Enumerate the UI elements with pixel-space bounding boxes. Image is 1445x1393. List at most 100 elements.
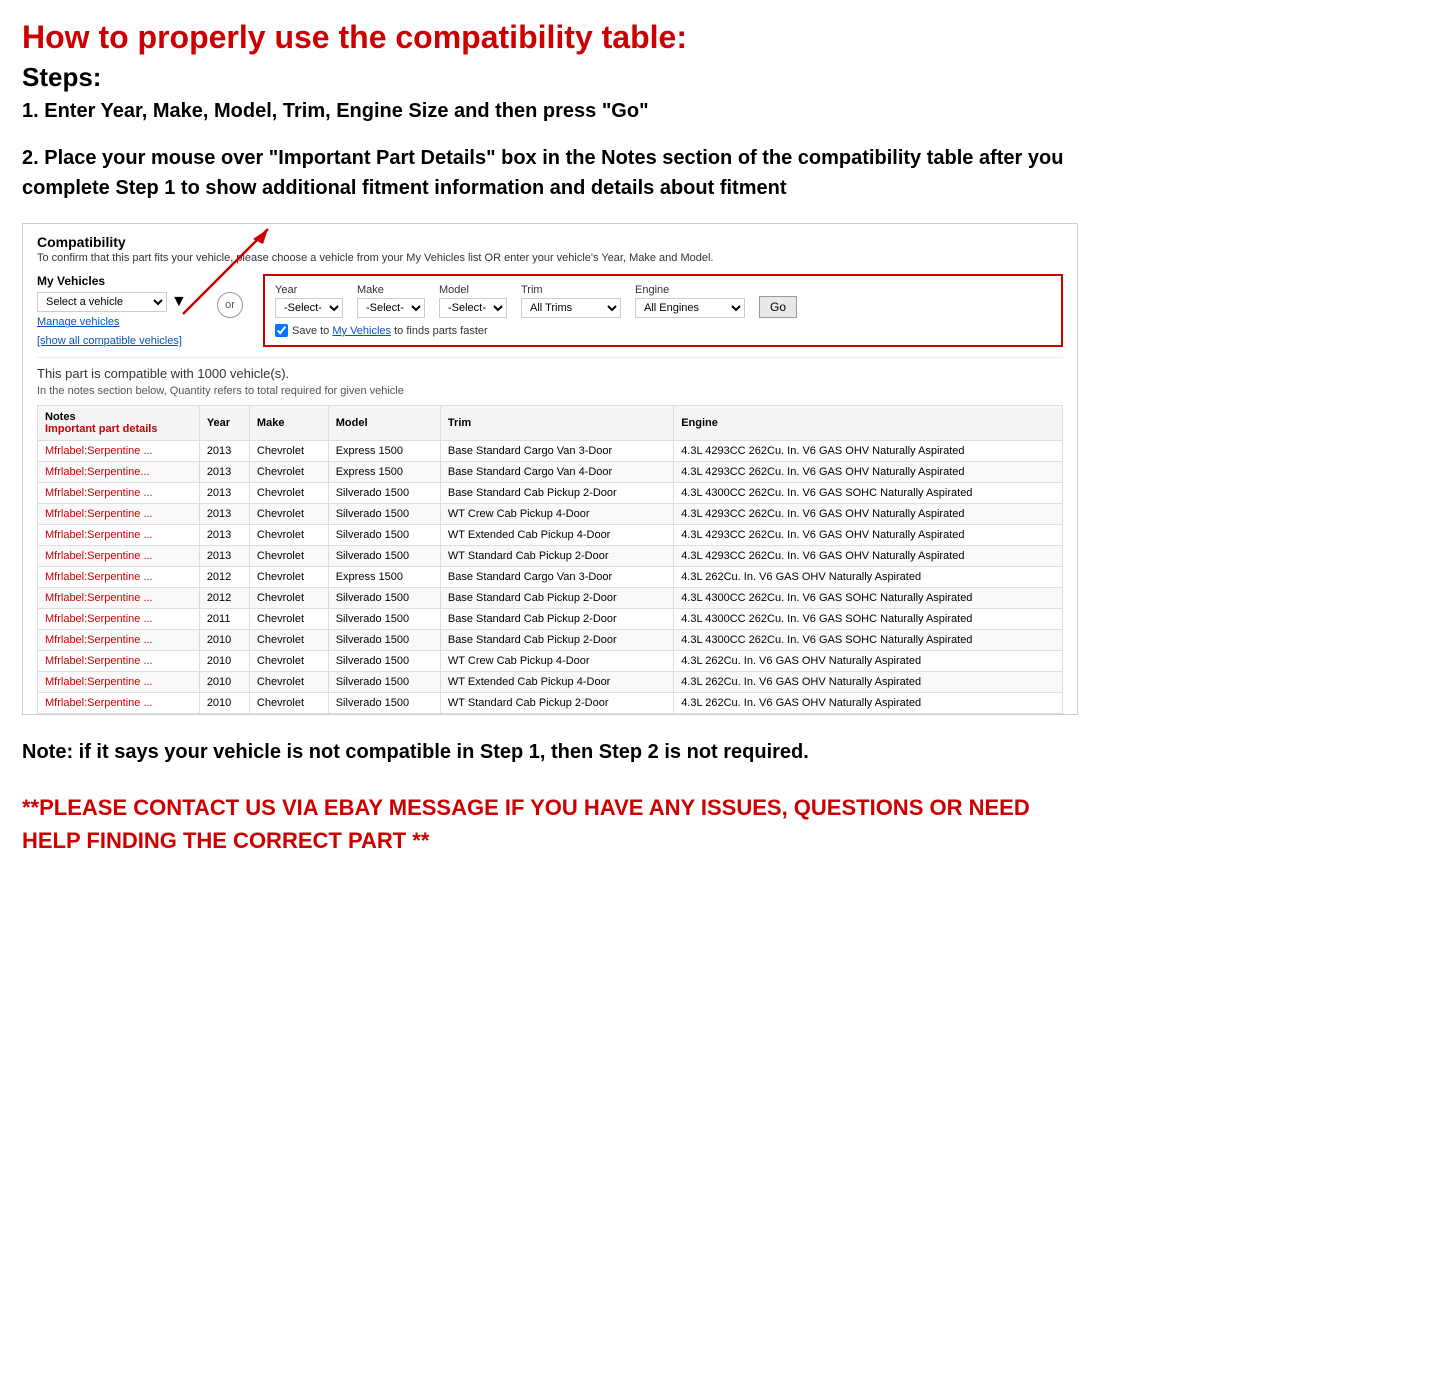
cell-model: Silverado 1500	[328, 693, 440, 714]
col-make: Make	[249, 406, 328, 441]
cell-engine: 4.3L 262Cu. In. V6 GAS OHV Naturally Asp…	[674, 672, 1063, 693]
cell-engine: 4.3L 4300CC 262Cu. In. V6 GAS SOHC Natur…	[674, 483, 1063, 504]
cell-notes: Mfrlabel:Serpentine ...	[38, 630, 200, 651]
table-row: Mfrlabel:Serpentine ...2010ChevroletSilv…	[38, 651, 1063, 672]
cell-engine: 4.3L 262Cu. In. V6 GAS OHV Naturally Asp…	[674, 651, 1063, 672]
cell-model: Silverado 1500	[328, 651, 440, 672]
table-row: Mfrlabel:Serpentine...2013ChevroletExpre…	[38, 462, 1063, 483]
cell-engine: 4.3L 4293CC 262Cu. In. V6 GAS OHV Natura…	[674, 441, 1063, 462]
cell-trim: Base Standard Cab Pickup 2-Door	[440, 483, 673, 504]
cell-notes: Mfrlabel:Serpentine ...	[38, 651, 200, 672]
engine-label: Engine	[635, 284, 745, 296]
cell-engine: 4.3L 4293CC 262Cu. In. V6 GAS OHV Natura…	[674, 462, 1063, 483]
step1-text: 1. Enter Year, Make, Model, Trim, Engine…	[22, 97, 1078, 125]
engine-select[interactable]: All Engines	[635, 298, 745, 318]
manage-vehicles-link[interactable]: Manage vehicles	[37, 316, 197, 328]
cell-year: 2013	[199, 441, 249, 462]
cell-make: Chevrolet	[249, 567, 328, 588]
cell-trim: WT Extended Cab Pickup 4-Door	[440, 525, 673, 546]
trim-select[interactable]: All Trims	[521, 298, 621, 318]
trim-label: Trim	[521, 284, 621, 296]
cell-trim: WT Crew Cab Pickup 4-Door	[440, 651, 673, 672]
cell-model: Express 1500	[328, 567, 440, 588]
steps-heading: Steps:	[22, 62, 1078, 93]
quantity-note: In the notes section below, Quantity ref…	[37, 385, 1063, 405]
cell-model: Silverado 1500	[328, 546, 440, 567]
make-label: Make	[357, 284, 425, 296]
col-engine: Engine	[674, 406, 1063, 441]
dropdown-arrow-icon: ▼	[171, 293, 187, 311]
cell-model: Express 1500	[328, 462, 440, 483]
compatibility-table: Notes Important part details Year Make M…	[37, 405, 1063, 714]
cell-make: Chevrolet	[249, 504, 328, 525]
cell-make: Chevrolet	[249, 693, 328, 714]
table-row: Mfrlabel:Serpentine ...2010ChevroletSilv…	[38, 693, 1063, 714]
my-vehicles-section: My Vehicles Select a vehicle ▼ Manage ve…	[37, 274, 197, 349]
cell-make: Chevrolet	[249, 672, 328, 693]
cell-year: 2012	[199, 567, 249, 588]
save-vehicles-label: Save to My Vehicles to finds parts faste…	[292, 325, 488, 337]
cell-notes: Mfrlabel:Serpentine ...	[38, 567, 200, 588]
cell-make: Chevrolet	[249, 546, 328, 567]
cell-trim: Base Standard Cargo Van 3-Door	[440, 441, 673, 462]
save-vehicles-checkbox[interactable]	[275, 324, 288, 337]
make-select[interactable]: -Select-	[357, 298, 425, 318]
cell-trim: Base Standard Cab Pickup 2-Door	[440, 588, 673, 609]
table-row: Mfrlabel:Serpentine ...2010ChevroletSilv…	[38, 630, 1063, 651]
cell-model: Silverado 1500	[328, 483, 440, 504]
ymm-section: Year -Select- Make -Select- Model -Selec…	[263, 274, 1063, 347]
show-all-link[interactable]: [show all compatible vehicles]	[37, 335, 182, 347]
step2-text: 2. Place your mouse over "Important Part…	[22, 143, 1078, 203]
cell-trim: Base Standard Cab Pickup 2-Door	[440, 630, 673, 651]
table-row: Mfrlabel:Serpentine ...2013ChevroletExpr…	[38, 441, 1063, 462]
cell-notes: Mfrlabel:Serpentine ...	[38, 609, 200, 630]
compat-title: Compatibility	[37, 234, 1063, 250]
cell-engine: 4.3L 4300CC 262Cu. In. V6 GAS SOHC Natur…	[674, 630, 1063, 651]
cell-notes: Mfrlabel:Serpentine ...	[38, 504, 200, 525]
cell-model: Silverado 1500	[328, 609, 440, 630]
cell-model: Silverado 1500	[328, 672, 440, 693]
cell-trim: WT Crew Cab Pickup 4-Door	[440, 504, 673, 525]
vehicle-select[interactable]: Select a vehicle	[37, 292, 167, 312]
important-part-label: Important part details	[45, 423, 192, 435]
model-label: Model	[439, 284, 507, 296]
cell-trim: Base Standard Cab Pickup 2-Door	[440, 609, 673, 630]
cell-engine: 4.3L 4293CC 262Cu. In. V6 GAS OHV Natura…	[674, 546, 1063, 567]
cell-trim: WT Standard Cab Pickup 2-Door	[440, 546, 673, 567]
table-row: Mfrlabel:Serpentine ...2012ChevroletExpr…	[38, 567, 1063, 588]
year-select[interactable]: -Select-	[275, 298, 343, 318]
cell-year: 2010	[199, 630, 249, 651]
compatibility-section: Compatibility To confirm that this part …	[22, 223, 1078, 715]
table-row: Mfrlabel:Serpentine ...2013ChevroletSilv…	[38, 546, 1063, 567]
cell-notes: Mfrlabel:Serpentine ...	[38, 483, 200, 504]
cell-notes: Mfrlabel:Serpentine ...	[38, 693, 200, 714]
cell-year: 2013	[199, 546, 249, 567]
cell-trim: Base Standard Cargo Van 3-Door	[440, 567, 673, 588]
col-model: Model	[328, 406, 440, 441]
compat-subtitle: To confirm that this part fits your vehi…	[37, 252, 1063, 264]
cell-model: Silverado 1500	[328, 588, 440, 609]
cell-year: 2010	[199, 693, 249, 714]
my-vehicles-label: My Vehicles	[37, 274, 197, 288]
table-row: Mfrlabel:Serpentine ...2013ChevroletSilv…	[38, 483, 1063, 504]
cell-engine: 4.3L 4293CC 262Cu. In. V6 GAS OHV Natura…	[674, 504, 1063, 525]
cell-make: Chevrolet	[249, 441, 328, 462]
cell-year: 2013	[199, 483, 249, 504]
cell-make: Chevrolet	[249, 462, 328, 483]
cell-year: 2010	[199, 672, 249, 693]
cell-year: 2013	[199, 504, 249, 525]
cell-engine: 4.3L 262Cu. In. V6 GAS OHV Naturally Asp…	[674, 567, 1063, 588]
table-row: Mfrlabel:Serpentine ...2011ChevroletSilv…	[38, 609, 1063, 630]
cell-trim: WT Standard Cab Pickup 2-Door	[440, 693, 673, 714]
cell-notes: Mfrlabel:Serpentine ...	[38, 588, 200, 609]
or-divider: or	[217, 292, 243, 318]
cell-make: Chevrolet	[249, 630, 328, 651]
col-notes: Notes Important part details	[38, 406, 200, 441]
main-title: How to properly use the compatibility ta…	[22, 18, 1078, 56]
model-select[interactable]: -Select-	[439, 298, 507, 318]
go-button[interactable]: Go	[759, 296, 797, 318]
col-year: Year	[199, 406, 249, 441]
cell-notes: Mfrlabel:Serpentine...	[38, 462, 200, 483]
cell-year: 2013	[199, 525, 249, 546]
cell-engine: 4.3L 4300CC 262Cu. In. V6 GAS SOHC Natur…	[674, 609, 1063, 630]
